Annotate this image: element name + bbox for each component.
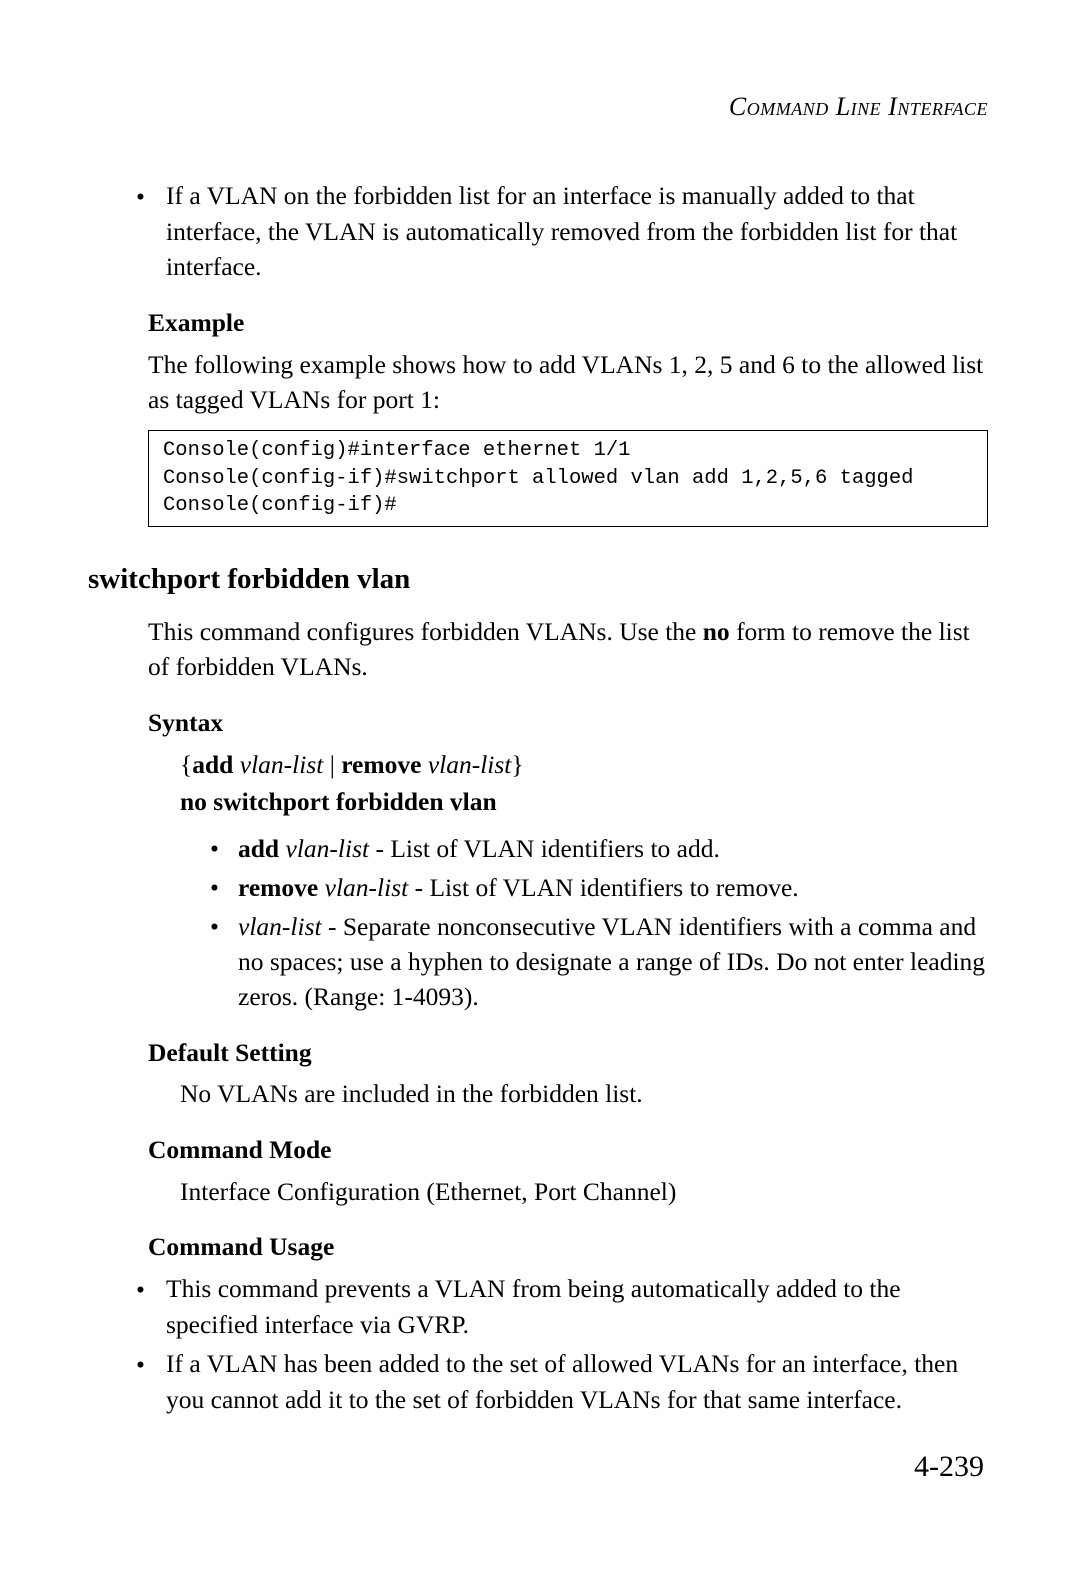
syntax-heading: Syntax xyxy=(88,705,988,741)
usage-heading: Command Usage xyxy=(88,1229,988,1265)
syntax-cmd2: no switchport forbidden vlan xyxy=(180,787,497,816)
list-item: This command prevents a VLAN from being … xyxy=(136,1271,988,1342)
param-add: add xyxy=(238,834,279,863)
page-number: 4-239 xyxy=(914,1450,984,1484)
command-heading: switchport forbidden vlan xyxy=(88,559,988,600)
syntax-add: add xyxy=(192,750,233,779)
param-desc: - List of VLAN identifiers to add. xyxy=(369,834,720,863)
intro-text-1: This command configures forbidden VLANs.… xyxy=(148,617,703,646)
syntax-param-list: add vlan-list - List of VLAN identifiers… xyxy=(88,831,988,1015)
example-intro: The following example shows how to add V… xyxy=(88,347,988,418)
param-vlist: vlan-list xyxy=(325,873,409,902)
default-heading: Default Setting xyxy=(88,1035,988,1071)
param-vlist: vlan-list xyxy=(286,834,370,863)
param-vlist: vlan-list xyxy=(238,912,322,941)
bullet-item: If a VLAN on the forbidden list for an i… xyxy=(136,178,988,285)
brace-close: } xyxy=(511,750,523,779)
list-item: add vlan-list - List of VLAN identifiers… xyxy=(210,831,988,866)
syntax-line-1: {add vlan-list | remove vlan-list} no sw… xyxy=(88,747,988,821)
syntax-remove: remove xyxy=(341,750,421,779)
default-text: No VLANs are included in the forbidden l… xyxy=(88,1076,988,1112)
code-block: Console(config)#interface ethernet 1/1 C… xyxy=(148,430,988,527)
list-item: If a VLAN has been added to the set of a… xyxy=(136,1346,988,1417)
param-desc: - Separate nonconsecutive VLAN identifie… xyxy=(238,912,985,1011)
mode-heading: Command Mode xyxy=(88,1132,988,1168)
brace-open: { xyxy=(180,750,192,779)
example-heading: Example xyxy=(88,305,988,341)
param-remove: remove xyxy=(238,873,318,902)
command-intro: This command configures forbidden VLANs.… xyxy=(88,614,988,685)
list-item: remove vlan-list - List of VLAN identifi… xyxy=(210,870,988,905)
param-desc: - List of VLAN identifiers to remove. xyxy=(408,873,798,902)
mode-text: Interface Configuration (Ethernet, Port … xyxy=(88,1174,988,1210)
syntax-vlist2: vlan-list xyxy=(428,750,512,779)
page-header: Command Line Interface xyxy=(88,92,988,122)
syntax-vlist1: vlan-list xyxy=(240,750,324,779)
syntax-pipe: | xyxy=(323,750,341,779)
list-item: vlan-list - Separate nonconsecutive VLAN… xyxy=(210,909,988,1015)
usage-list: This command prevents a VLAN from being … xyxy=(88,1271,988,1418)
top-bullet-list: If a VLAN on the forbidden list for an i… xyxy=(88,178,988,285)
intro-no: no xyxy=(703,617,730,646)
